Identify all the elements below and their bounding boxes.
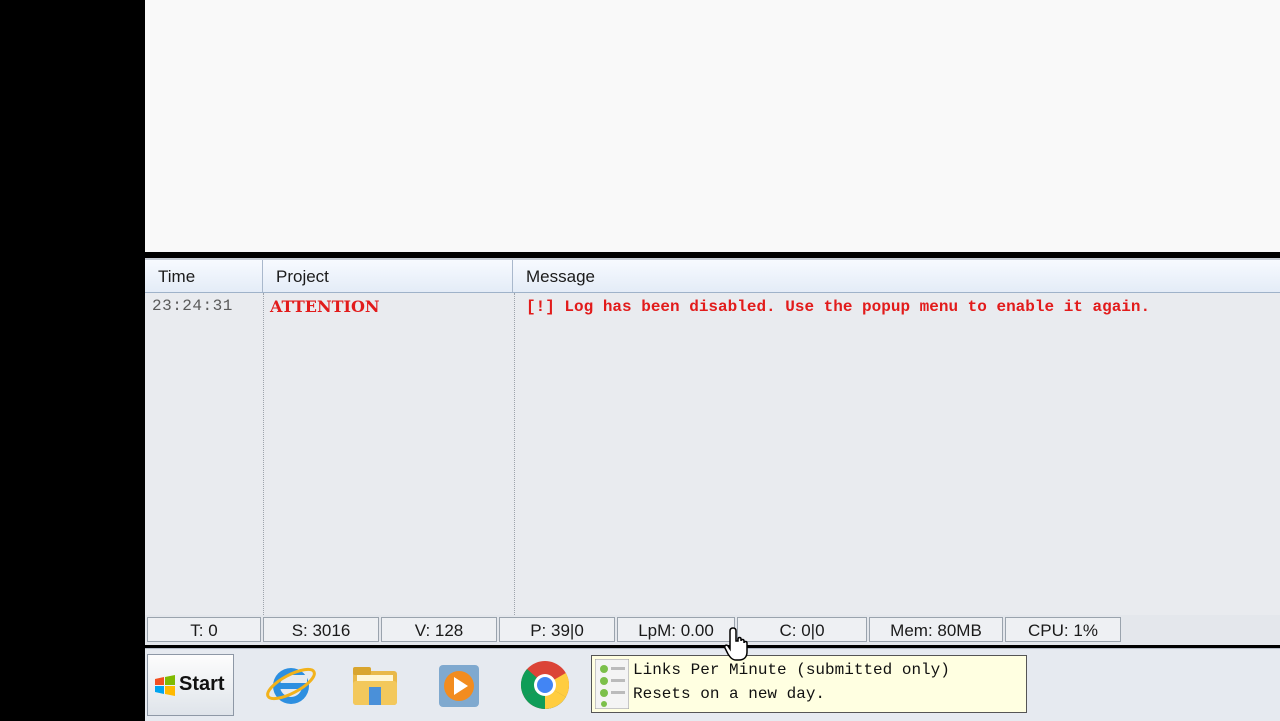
status-threads[interactable]: T: 0 xyxy=(147,617,261,642)
start-button[interactable]: Start xyxy=(147,654,234,716)
log-message: [!] Log has been disabled. Use the popup… xyxy=(526,298,1151,316)
desktop-left-edge xyxy=(0,0,145,720)
status-captcha[interactable]: C: 0|0 xyxy=(737,617,867,642)
tooltip-line-1: Links Per Minute (submitted only) xyxy=(633,661,950,679)
log-time: 23:24:31 xyxy=(152,297,233,315)
app-taskbar-icon xyxy=(595,659,629,709)
lpm-tooltip: Links Per Minute (submitted only) Resets… xyxy=(591,655,1027,713)
column-divider xyxy=(263,293,264,615)
file-explorer-icon[interactable] xyxy=(347,657,403,713)
start-label: Start xyxy=(179,673,225,695)
status-proxies[interactable]: P: 39|0 xyxy=(499,617,615,642)
log-project: ATTENTION xyxy=(270,297,380,316)
tooltip-line-2: Resets on a new day. xyxy=(633,685,826,703)
status-verified[interactable]: V: 128 xyxy=(381,617,497,642)
column-header-time[interactable]: Time xyxy=(145,260,263,292)
status-cpu[interactable]: CPU: 1% xyxy=(1005,617,1121,642)
taskbar: Start Links Per Minute (submitted only) … xyxy=(145,648,1280,721)
status-lpm[interactable]: LpM: 0.00 xyxy=(617,617,735,642)
column-header-message[interactable]: Message xyxy=(513,260,1280,292)
main-panel-blank xyxy=(145,0,1280,252)
log-header: Time Project Message xyxy=(145,260,1280,293)
log-panel: Time Project Message 23:24:31 ATTENTION … xyxy=(145,258,1280,615)
log-row[interactable]: 23:24:31 ATTENTION [!] Log has been disa… xyxy=(145,297,1280,321)
windows-flag-icon xyxy=(155,675,175,696)
media-player-icon[interactable] xyxy=(431,657,487,713)
status-submitted[interactable]: S: 3016 xyxy=(263,617,379,642)
internet-explorer-icon[interactable] xyxy=(263,657,319,713)
chrome-icon[interactable] xyxy=(517,657,573,713)
status-memory[interactable]: Mem: 80MB xyxy=(869,617,1003,642)
hand-cursor-icon xyxy=(724,627,748,661)
column-divider xyxy=(514,293,515,615)
status-bar: T: 0 S: 3016 V: 128 P: 39|0 LpM: 0.00 C:… xyxy=(145,615,1280,645)
column-header-project[interactable]: Project xyxy=(263,260,513,292)
